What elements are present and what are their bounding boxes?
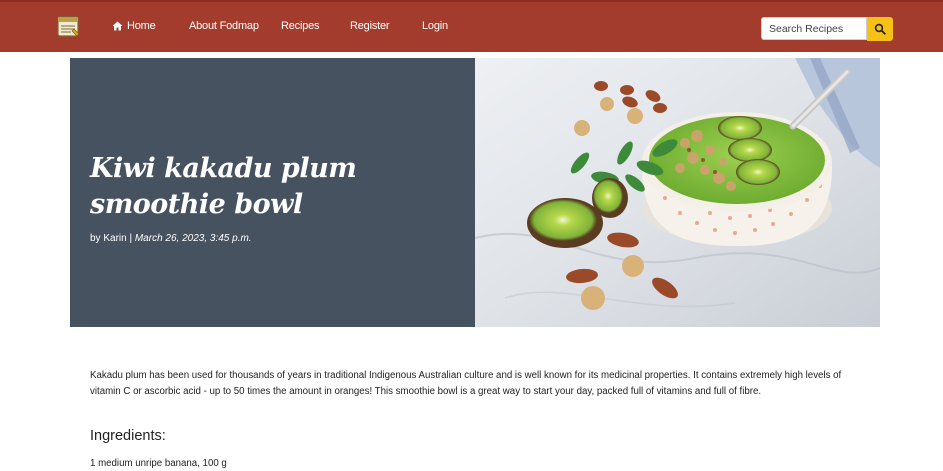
ingredients-heading: Ingredients: bbox=[90, 428, 166, 444]
recipe-image bbox=[475, 58, 880, 327]
home-icon bbox=[112, 21, 123, 31]
nav-recipes[interactable]: Recipes bbox=[281, 20, 320, 32]
recipe-author: by Karin | bbox=[90, 233, 133, 244]
search-icon bbox=[874, 23, 886, 35]
recipe-intro: Kakadu plum has been used for thousands … bbox=[90, 370, 842, 397]
nav-home-label: Home bbox=[127, 20, 156, 32]
ingredient-item: 1 medium unripe banana, 100 g bbox=[90, 458, 227, 469]
nav-about[interactable]: About Fodmap bbox=[189, 20, 259, 32]
nav-register[interactable]: Register bbox=[350, 20, 390, 32]
search-input[interactable] bbox=[761, 17, 867, 40]
recipe-meta: by Karin | March 26, 2023, 3:45 p.m. bbox=[90, 233, 252, 244]
nav-home[interactable]: Home bbox=[112, 20, 156, 32]
recipe-date: March 26, 2023, 3:45 p.m. bbox=[134, 233, 252, 244]
site-logo[interactable] bbox=[55, 14, 81, 40]
recipe-hero-panel: Kiwi kakadu plum smoothie bowl by Karin … bbox=[70, 58, 475, 327]
search-button[interactable] bbox=[867, 17, 893, 41]
navbar: Home About Fodmap Recipes Register Login bbox=[0, 0, 943, 52]
nav-login[interactable]: Login bbox=[422, 20, 448, 32]
smoothie-bowl-image bbox=[475, 58, 880, 327]
recipe-card-icon bbox=[57, 16, 80, 37]
recipe-title: Kiwi kakadu plum smoothie bowl bbox=[90, 153, 357, 220]
